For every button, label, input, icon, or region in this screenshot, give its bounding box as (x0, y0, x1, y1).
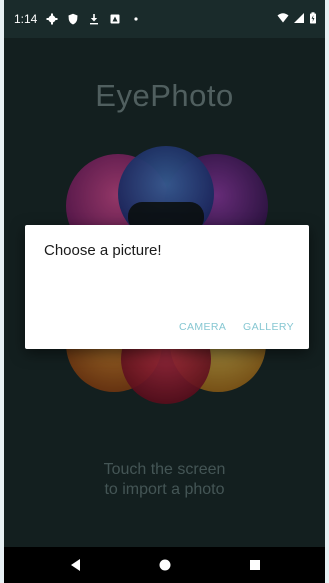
dialog-title: Choose a picture! (44, 242, 162, 259)
app-screen[interactable]: 1:14 EyePhoto Touch the screen to import… (4, 0, 325, 583)
dot-icon (134, 17, 138, 21)
battery-icon (310, 12, 316, 24)
navigation-bar (4, 547, 325, 583)
status-time: 1:14 (14, 12, 38, 26)
back-icon[interactable] (68, 557, 84, 573)
gear-icon (46, 13, 58, 25)
choose-picture-dialog: Choose a picture! CAMERA GALLERY (25, 225, 309, 349)
wifi-icon (277, 13, 289, 23)
recents-icon[interactable] (247, 557, 263, 573)
notification-icon (110, 14, 120, 24)
signal-icon (294, 13, 304, 23)
gallery-button[interactable]: GALLERY (243, 321, 294, 333)
shield-icon (68, 13, 78, 25)
download-icon (90, 14, 99, 25)
home-icon[interactable] (157, 557, 173, 573)
status-bar: 1:14 (4, 0, 325, 38)
camera-button[interactable]: CAMERA (179, 321, 226, 333)
